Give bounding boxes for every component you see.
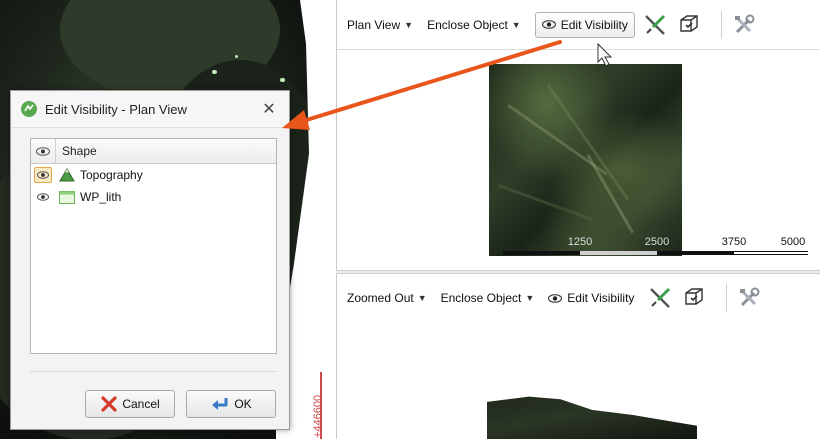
terrain-ridge — [497, 184, 593, 222]
cancel-label: Cancel — [122, 397, 160, 411]
zoomed-view-toolbar: Zoomed Out ▼ Enclose Object ▼ Edit Visib… — [337, 274, 820, 322]
toolbar-separator — [720, 10, 722, 39]
eye-icon — [36, 146, 50, 156]
ok-label: OK — [234, 397, 252, 411]
chevron-down-icon: ▼ — [417, 293, 427, 303]
cancel-button[interactable]: Cancel — [85, 390, 175, 418]
visibility-tree: Shape Topography WP_lith — [30, 138, 277, 354]
measure-tool-icon[interactable] — [643, 13, 667, 37]
edit-visibility-button[interactable]: Edit Visibility — [548, 291, 634, 305]
shape-column-header[interactable]: Shape — [56, 144, 97, 158]
chevron-down-icon: ▼ — [511, 19, 521, 30]
edit-visibility-dialog: Edit Visibility - Plan View ✕ Shape Topo… — [10, 90, 290, 430]
scale-label: 3750 — [721, 236, 747, 248]
edit-visibility-label: Edit Visibility — [560, 17, 628, 32]
slice-box-icon[interactable] — [682, 286, 706, 310]
enter-arrow-icon — [210, 396, 230, 412]
tree-row-wp-lith[interactable]: WP_lith — [31, 186, 276, 208]
view-menu-label: Zoomed Out — [347, 291, 414, 305]
visibility-column-header[interactable] — [31, 139, 56, 163]
scale-segment — [657, 251, 734, 255]
eye-icon — [34, 167, 52, 183]
app-logo-icon — [21, 101, 37, 117]
view-menu-label: Plan View — [347, 17, 401, 32]
tree-item-label: Topography — [80, 168, 143, 182]
measure-tool-icon[interactable] — [648, 286, 672, 310]
axis-coordinate-label: +446600 — [312, 394, 324, 438]
scale-segment — [503, 251, 580, 255]
scale-segment — [734, 251, 808, 255]
dialog-titlebar[interactable]: Edit Visibility - Plan View ✕ — [11, 91, 289, 128]
topography-mountain-icon — [59, 168, 75, 182]
scale-bar: 1250 2500 3750 5000 — [503, 236, 808, 258]
plan-view-pane: Plan View ▼ Enclose Object ▼ Edit Visibi… — [336, 0, 820, 270]
eye-icon — [541, 20, 556, 29]
tools-icon[interactable] — [737, 286, 761, 310]
tree-row-topography[interactable]: Topography — [31, 164, 276, 186]
dialog-title: Edit Visibility - Plan View — [45, 101, 187, 117]
app-window: +446600 Edit Visibility - Plan View ✕ Sh… — [0, 0, 820, 439]
scale-label: 2500 — [644, 236, 670, 248]
enclose-object-menu[interactable]: Enclose Object ▼ — [427, 18, 521, 32]
chevron-down-icon: ▼ — [525, 293, 535, 303]
visibility-toggle[interactable] — [31, 167, 55, 183]
cancel-x-icon — [100, 396, 118, 412]
tree-header: Shape — [31, 139, 276, 164]
lith-table-icon — [59, 190, 75, 204]
dialog-separator — [30, 371, 277, 372]
enclose-object-label: Enclose Object — [440, 291, 522, 305]
edit-visibility-button[interactable]: Edit Visibility — [534, 11, 635, 38]
view-menu[interactable]: Zoomed Out ▼ — [347, 291, 427, 305]
ok-button[interactable]: OK — [186, 390, 276, 418]
scale-label: 1250 — [567, 236, 593, 248]
zoomed-terrain[interactable] — [487, 396, 697, 439]
edit-visibility-label: Edit Visibility — [567, 291, 635, 305]
eye-icon — [37, 193, 49, 201]
close-button[interactable]: ✕ — [259, 99, 279, 119]
scale-label: 5000 — [780, 236, 806, 248]
plan-view-map-image[interactable] — [489, 64, 682, 256]
scene-marker — [280, 78, 285, 82]
zoomed-out-pane: Zoomed Out ▼ Enclose Object ▼ Edit Visib… — [336, 274, 820, 439]
chevron-down-icon: ▼ — [404, 19, 414, 30]
enclose-object-menu[interactable]: Enclose Object ▼ — [441, 291, 535, 305]
scene-marker — [235, 55, 238, 58]
slice-box-icon[interactable] — [677, 13, 701, 37]
toolbar-separator — [726, 284, 728, 312]
terrain-ridge — [586, 154, 634, 234]
tools-icon[interactable] — [732, 13, 756, 37]
scale-segment — [580, 251, 657, 255]
enclose-object-label: Enclose Object — [427, 17, 508, 32]
view-menu[interactable]: Plan View ▼ — [347, 18, 413, 32]
plan-view-toolbar: Plan View ▼ Enclose Object ▼ Edit Visibi… — [337, 0, 820, 50]
visibility-toggle[interactable] — [31, 193, 55, 201]
scene-marker — [212, 70, 217, 74]
tree-item-label: WP_lith — [80, 190, 122, 204]
eye-icon — [548, 293, 563, 303]
